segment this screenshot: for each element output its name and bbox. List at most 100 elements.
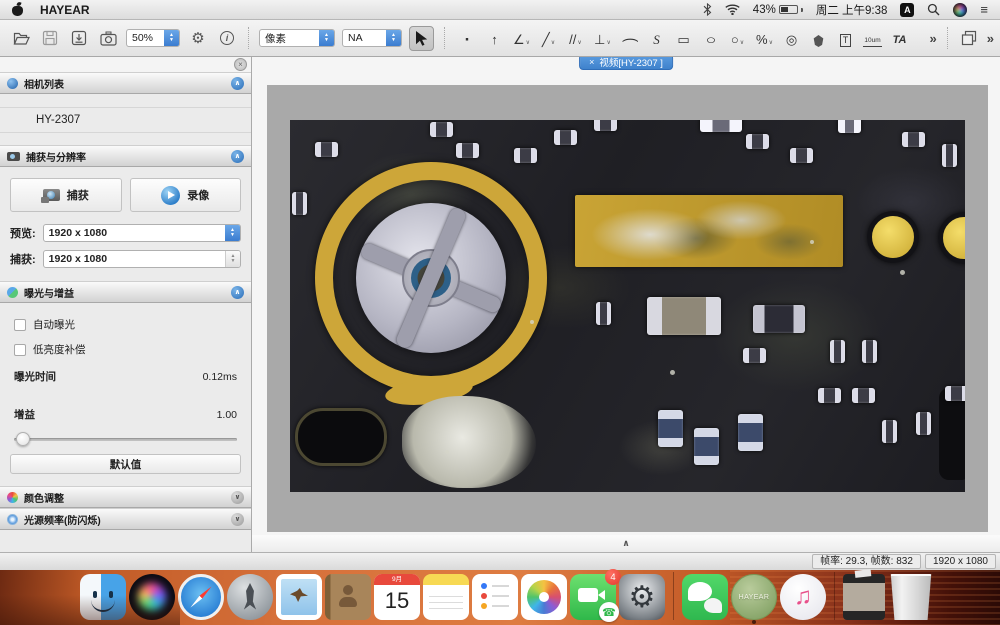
collapse-chevron-icon[interactable]: ∧ [622, 538, 629, 549]
tool-circle[interactable]: ○∨ [725, 26, 750, 50]
sidebar-close-button[interactable]: × [234, 58, 247, 71]
dock-contacts-icon[interactable] [325, 574, 371, 620]
zoom-value: 50% [127, 32, 164, 44]
dock-mail-icon[interactable] [276, 574, 322, 620]
tool-arc[interactable]: ) [617, 26, 642, 50]
camera-snapshot-button[interactable] [97, 27, 119, 49]
panel-header-color[interactable]: 颜色调整 ∨ [0, 486, 251, 508]
unit-stepper[interactable]: ▲▼ [319, 30, 334, 46]
dock: 9月 15 ☎ 4 ⚙ HAYEAR ♫ [80, 572, 934, 620]
default-values-button[interactable]: 默认值 [10, 454, 241, 474]
collapse-button[interactable]: ∧ [231, 77, 244, 90]
info-button[interactable]: i [216, 27, 238, 49]
na-stepper[interactable]: ▲▼ [386, 30, 401, 46]
toolbar-overflow-button[interactable]: » [930, 31, 937, 46]
pointer-tool-button[interactable] [409, 26, 434, 51]
na-value: NA [343, 32, 386, 44]
toolbar-overflow-button-2[interactable]: » [987, 31, 994, 46]
capture-button[interactable]: 捕获 [10, 178, 122, 212]
layers-copy-button[interactable] [958, 27, 980, 49]
tool-scale-bar[interactable]: 10um [860, 26, 885, 50]
menu-clock[interactable]: 周二 上午9:38 [816, 2, 888, 18]
expand-button[interactable]: ∨ [231, 491, 244, 504]
dock-system-preferences-icon[interactable]: ⚙ [619, 574, 665, 620]
spotlight-search-icon[interactable] [927, 3, 940, 16]
tool-perpendicular[interactable]: ⊥∨ [590, 26, 615, 50]
wifi-icon[interactable] [725, 4, 740, 15]
low-light-checkbox[interactable] [14, 344, 26, 356]
tool-arrow[interactable]: ↑ [482, 26, 507, 50]
app-menu-title[interactable]: HAYEAR [40, 3, 90, 17]
auto-exposure-checkbox[interactable] [14, 319, 26, 331]
capture-stepper[interactable]: ▲▼ [225, 251, 240, 267]
camera-device-item[interactable]: HY-2307 [0, 107, 251, 133]
tool-parallel-lines[interactable]: //∨ [563, 26, 588, 50]
video-camera-icon [578, 588, 598, 602]
dock-launchpad-icon[interactable] [227, 574, 273, 620]
video-canvas[interactable] [267, 85, 988, 532]
save-button[interactable] [39, 27, 61, 49]
tool-linked-circles[interactable]: %∨ [752, 26, 777, 50]
gain-slider[interactable] [14, 432, 237, 446]
chevron-down-icon: ∨ [551, 39, 555, 47]
siri-icon[interactable] [953, 3, 967, 17]
tool-rectangle[interactable]: ▭ [671, 26, 696, 50]
preview-stepper[interactable]: ▲▼ [225, 225, 240, 241]
tool-ellipse[interactable]: ○ [698, 26, 723, 50]
bluetooth-icon[interactable] [703, 3, 712, 16]
panel-title: 颜色调整 [24, 490, 64, 505]
dock-reminders-icon[interactable] [472, 574, 518, 620]
zoom-select[interactable]: 50% ▲▼ [126, 29, 180, 47]
tool-text[interactable]: T [833, 26, 858, 50]
tool-concentric-circles[interactable]: ◎ [779, 26, 804, 50]
battery-percent: 43% [753, 4, 776, 16]
na-select[interactable]: NA ▲▼ [342, 29, 402, 47]
dock-hayear-icon[interactable]: HAYEAR [731, 574, 777, 620]
preview-resolution-select[interactable]: 1920 x 1080 ▲▼ [43, 224, 241, 242]
panel-title: 曝光与增益 [24, 285, 74, 300]
battery-indicator[interactable]: 43% [753, 4, 803, 16]
notification-center-icon[interactable]: ≡ [980, 2, 988, 17]
dock-siri-icon[interactable] [129, 574, 175, 620]
tool-polygon[interactable] [806, 26, 831, 50]
tab-label: 视频[HY-2307 ] [599, 55, 663, 69]
collapse-button[interactable]: ∧ [231, 150, 244, 163]
tool-point[interactable]: · [455, 26, 480, 50]
panel-header-flicker[interactable]: 光源频率(防闪烁) ∨ [0, 508, 251, 530]
tool-line[interactable]: ╱∨ [536, 26, 561, 50]
dock-itunes-icon[interactable]: ♫ [780, 574, 826, 620]
gain-slider-thumb[interactable] [16, 432, 30, 446]
tool-angle[interactable]: ∠∨ [509, 26, 534, 50]
panel-header-camera-list[interactable]: 相机列表 ∧ [0, 72, 251, 94]
dock-calendar-icon[interactable]: 9月 15 [374, 574, 420, 620]
pcb-slot [295, 408, 387, 466]
record-button[interactable]: 录像 [130, 178, 242, 212]
settings-gear-button[interactable]: ⚙ [187, 27, 209, 49]
tab-close-icon[interactable]: × [589, 57, 594, 67]
apple-menu-icon[interactable] [12, 3, 24, 16]
dock-facetime-icon[interactable]: ☎ 4 [570, 574, 616, 620]
microscope-live-view[interactable] [290, 120, 965, 492]
dock-finder-icon[interactable] [80, 574, 126, 620]
tool-concentric-circles-icon: ◎ [786, 33, 797, 47]
collapse-button[interactable]: ∧ [231, 286, 244, 299]
album-import-button[interactable] [68, 27, 90, 49]
input-method-icon[interactable]: A [900, 3, 914, 17]
dock-photos-icon[interactable] [521, 574, 567, 620]
tool-annotation[interactable]: TA [887, 26, 912, 50]
tool-circle-icon: ○ [731, 33, 739, 47]
expand-button[interactable]: ∨ [231, 513, 244, 526]
open-file-button[interactable] [10, 27, 32, 49]
tool-curve[interactable]: S [644, 26, 669, 50]
zoom-stepper[interactable]: ▲▼ [164, 30, 179, 46]
dock-wechat-icon[interactable] [682, 574, 728, 620]
dock-archive-icon[interactable] [843, 574, 885, 620]
dock-safari-icon[interactable] [178, 574, 224, 620]
capture-resolution-select[interactable]: 1920 x 1080 ▲▼ [43, 250, 241, 268]
panel-header-exposure[interactable]: 曝光与增益 ∧ [0, 281, 251, 303]
dock-trash-icon[interactable] [888, 574, 934, 620]
unit-select[interactable]: 像素 ▲▼ [259, 29, 335, 47]
panel-header-capture[interactable]: 捕获与分辨率 ∧ [0, 145, 251, 167]
dock-notes-icon[interactable] [423, 574, 469, 620]
pcb-gold-pad [867, 211, 919, 263]
